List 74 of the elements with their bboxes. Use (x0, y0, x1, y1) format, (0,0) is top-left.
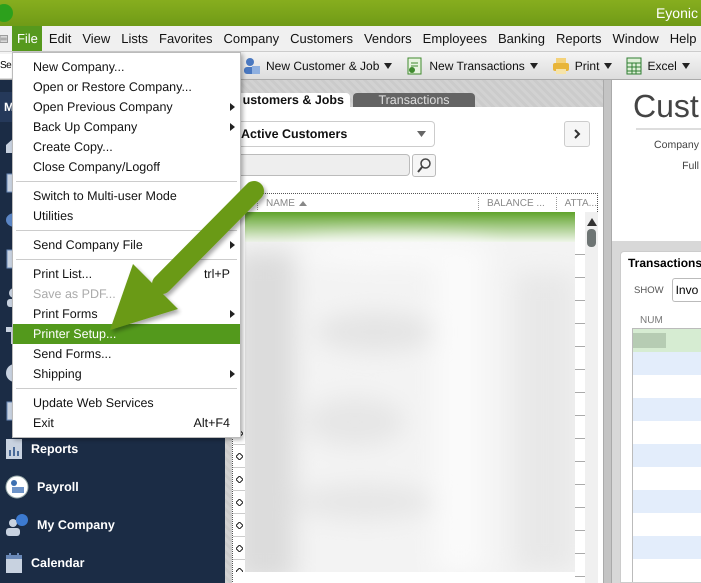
search-field[interactable]: Se (0, 54, 12, 78)
column-header[interactable]: NUM (640, 315, 663, 326)
caret-icon (417, 131, 426, 137)
show-label: SHOW (634, 284, 664, 296)
menu-item[interactable]: Reports (551, 26, 606, 51)
menu-item[interactable]: Update Web Services (13, 393, 160, 413)
menu-item[interactable]: Print List... trl+P (13, 264, 240, 284)
chart-icon[interactable] (5, 438, 23, 460)
payroll-icon[interactable] (5, 475, 29, 499)
window-icon[interactable] (0, 32, 8, 44)
diamond-icon[interactable] (236, 452, 242, 460)
menu-item[interactable]: New Company... (13, 57, 130, 77)
menu-item[interactable]: Utilities (13, 206, 80, 226)
scroll-thumb[interactable] (587, 229, 596, 247)
caret-icon (530, 62, 538, 68)
show-dropdown[interactable]: Invo (672, 278, 701, 302)
window-title: Eyonic (656, 5, 699, 21)
field-label: Company (654, 139, 700, 151)
menu-item[interactable]: View (78, 26, 115, 51)
caret-icon (384, 62, 392, 68)
diamond-icon[interactable] (236, 476, 242, 482)
menu-item[interactable]: Create Copy... (13, 137, 119, 157)
chevron-right-icon (574, 129, 580, 139)
form-icon (406, 56, 424, 74)
menu-item[interactable]: Banking (493, 26, 550, 51)
column-header[interactable]: BALANCE ... (486, 198, 545, 208)
menu-item[interactable]: Edit (44, 26, 76, 51)
customer-heading: Cust (633, 87, 699, 125)
diamond-icon[interactable] (236, 544, 242, 552)
menu-item[interactable]: Open or Restore Company... (13, 77, 198, 97)
calendar-icon[interactable] (5, 552, 23, 574)
person-icon (243, 56, 261, 74)
toolbar-button[interactable]: Excel (619, 56, 697, 74)
tab[interactable]: Transactions (353, 93, 475, 107)
toolbar-button[interactable]: New Transactions (399, 56, 545, 74)
menu-item[interactable]: Send Forms... (13, 344, 118, 364)
sidebar-item[interactable]: Reports (31, 442, 78, 456)
toolbar-button[interactable]: Print (544, 56, 620, 74)
menu-item[interactable]: Customers (286, 26, 358, 51)
logo-icon (0, 4, 14, 22)
scroll-up-icon[interactable] (586, 218, 596, 226)
spreadsheet-icon (626, 56, 642, 74)
sidebar-item[interactable]: Calendar (31, 556, 84, 570)
caret-icon (604, 62, 612, 68)
menu-item[interactable]: Printer Setup... (13, 324, 240, 344)
menu-item[interactable]: Exit Alt+F4 (13, 413, 240, 433)
menu-item[interactable]: Employees (418, 26, 492, 51)
menu-item[interactable]: Window (608, 26, 664, 51)
blurred-cell (633, 333, 666, 348)
diamond-icon[interactable] (236, 498, 242, 506)
menu-item[interactable]: Send Company File (13, 235, 240, 255)
person-icon[interactable] (5, 514, 29, 536)
caret-icon (682, 62, 690, 68)
menu-item[interactable]: File (12, 26, 42, 51)
menu-item[interactable]: Shipping (13, 364, 240, 384)
printer-icon (552, 56, 570, 74)
column-header[interactable]: ATTA... (564, 198, 597, 208)
sidebar-item[interactable]: Payroll (37, 480, 79, 494)
scrollbar[interactable] (585, 212, 598, 583)
menu-item[interactable]: Switch to Multi-user Mode (13, 186, 183, 206)
sidebar-item[interactable]: My Company (37, 518, 115, 532)
column-header[interactable]: NAME (266, 198, 295, 208)
menu-item[interactable]: Lists (116, 26, 152, 51)
field-label: Full (682, 160, 700, 172)
menu-item[interactable]: Print Forms (13, 304, 240, 324)
search-icon (417, 158, 431, 173)
menu-item[interactable]: Close Company/Logoff (13, 157, 166, 177)
menu-item[interactable]: Company (218, 26, 284, 51)
menu-item[interactable]: Help (665, 26, 701, 51)
menu-item[interactable]: Favorites (154, 26, 217, 51)
menu-item[interactable]: Vendors (359, 26, 416, 51)
expand-button[interactable] (564, 121, 590, 147)
search-button[interactable] (412, 154, 436, 177)
diamond-icon[interactable] (236, 522, 242, 528)
